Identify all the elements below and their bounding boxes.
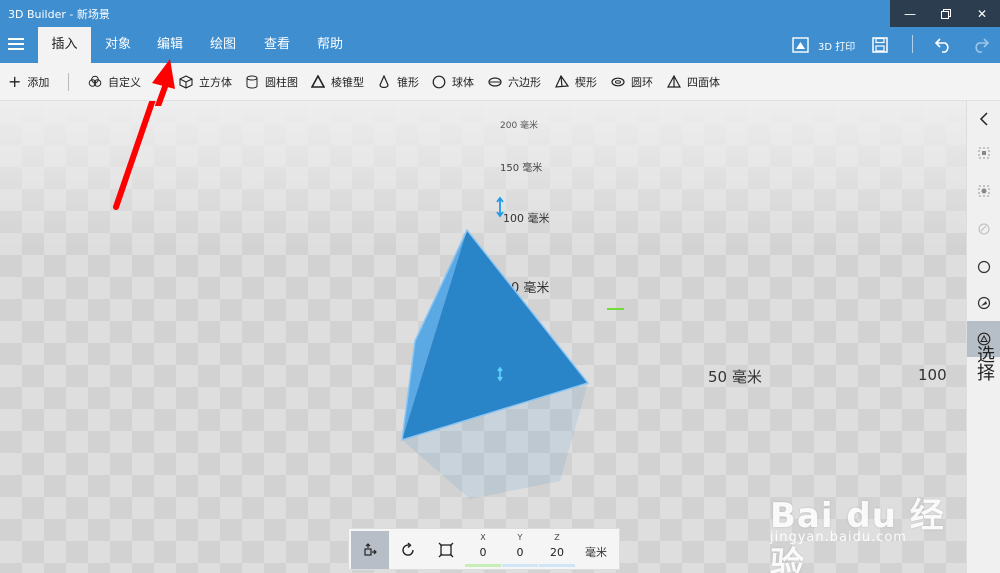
rotate-icon (402, 542, 414, 556)
x-axis-indicator (465, 564, 501, 567)
watermark-sub: jingyan.baidu.com (770, 530, 907, 545)
restore-button[interactable] (928, 0, 964, 27)
undo-button[interactable] (934, 27, 952, 63)
select-circle-button[interactable] (967, 249, 1000, 285)
window-title: 3D Builder - 新场景 (8, 8, 110, 21)
wedge-icon (555, 75, 569, 88)
menu-icon[interactable] (8, 38, 24, 52)
tool-label: 楔形 (575, 76, 597, 89)
tab-insert[interactable]: 插入 (38, 27, 91, 63)
selection-panel: 选择 (966, 101, 1000, 573)
redo-icon (975, 38, 990, 53)
baidu-watermark: Bai du 经验 jingyan.baidu.com (770, 488, 966, 573)
y-label: Y (517, 533, 523, 542)
select-paint-button[interactable] (967, 285, 1000, 321)
torus-icon (611, 77, 625, 87)
y-position-input[interactable]: 0 (505, 546, 535, 559)
minimize-icon: — (904, 6, 916, 21)
save-button[interactable] (872, 27, 888, 63)
select-object-icon (978, 147, 990, 159)
tool-cone[interactable]: 锥形 (377, 73, 419, 91)
tool-wedge[interactable]: 楔形 (555, 73, 597, 91)
scale-tool-button[interactable] (427, 531, 465, 569)
tool-sphere[interactable]: 球体 (432, 73, 474, 91)
tool-label: 棱锥型 (331, 76, 364, 89)
select-group-icon (978, 185, 990, 197)
add-button[interactable]: + 添加 (8, 73, 49, 91)
z-axis-indicator (539, 564, 575, 567)
transform-controls: X Y Z 0 0 20 毫米 (348, 528, 620, 570)
undo-icon (934, 38, 949, 53)
close-icon: ✕ (976, 6, 988, 21)
sphere-icon (432, 75, 446, 89)
select-object-button[interactable] (967, 135, 1000, 171)
print-3d-icon (792, 37, 809, 53)
restore-icon (941, 8, 951, 19)
header-divider (912, 35, 913, 53)
tool-torus[interactable]: 圆环 (611, 73, 653, 91)
move-icon (364, 543, 377, 556)
collapse-icon (979, 112, 988, 126)
tool-label: 球体 (452, 76, 474, 89)
select-face-icon (978, 223, 990, 235)
collapse-panel-button[interactable] (967, 101, 1000, 137)
toolbar-divider (68, 73, 69, 91)
select-circle-icon (977, 260, 991, 274)
add-label: 添加 (27, 76, 50, 89)
unit-label: 毫米 (585, 546, 607, 559)
close-button[interactable]: ✕ (964, 0, 1000, 27)
z-position-input[interactable]: 20 (542, 546, 572, 559)
print-3d-label: 3D 打印 (818, 41, 856, 53)
selection-mode-label: 选择 (974, 345, 995, 381)
x-label: X (480, 533, 486, 542)
tool-label: 四面体 (687, 76, 720, 89)
title-bar: 3D Builder - 新场景 — ✕ (0, 0, 1000, 27)
z-label: Z (554, 533, 560, 542)
scene-canvas[interactable]: 200 毫米 150 毫米 100 毫米 0 毫米 50 毫米 100 Bai … (0, 101, 966, 573)
tab-help[interactable]: 帮助 (305, 27, 355, 63)
tool-label: 六边形 (508, 76, 541, 89)
annotation-arrow (113, 101, 156, 210)
y-axis-indicator (502, 564, 538, 567)
tool-hexagon[interactable]: 六边形 (488, 73, 541, 91)
x-position-input[interactable]: 0 (468, 546, 498, 559)
select-triangle-icon (977, 332, 991, 346)
plus-icon: + (8, 72, 22, 91)
tetrahedron-icon (667, 75, 681, 88)
select-face-button[interactable] (967, 211, 1000, 247)
cone-icon (379, 75, 389, 89)
select-paint-icon (977, 296, 991, 310)
height-handle[interactable] (496, 196, 504, 218)
tool-tetrahedron[interactable]: 四面体 (667, 73, 720, 91)
minimize-button[interactable]: — (892, 0, 928, 27)
tool-label: 锥形 (397, 76, 419, 89)
save-icon (872, 37, 888, 53)
print-3d-button[interactable]: 3D 打印 (792, 27, 855, 63)
rotate-tool-button[interactable] (389, 531, 427, 569)
pyramid-icon (311, 75, 325, 88)
tool-pyramid[interactable]: 棱锥型 (311, 73, 364, 91)
scale-icon (438, 542, 454, 558)
tool-label: 圆环 (631, 76, 653, 89)
redo-button[interactable] (972, 27, 990, 63)
annotation-arrow-head (152, 59, 175, 106)
move-tool-button[interactable] (351, 531, 389, 569)
hexagon-icon (488, 77, 502, 87)
select-group-button[interactable] (967, 173, 1000, 209)
